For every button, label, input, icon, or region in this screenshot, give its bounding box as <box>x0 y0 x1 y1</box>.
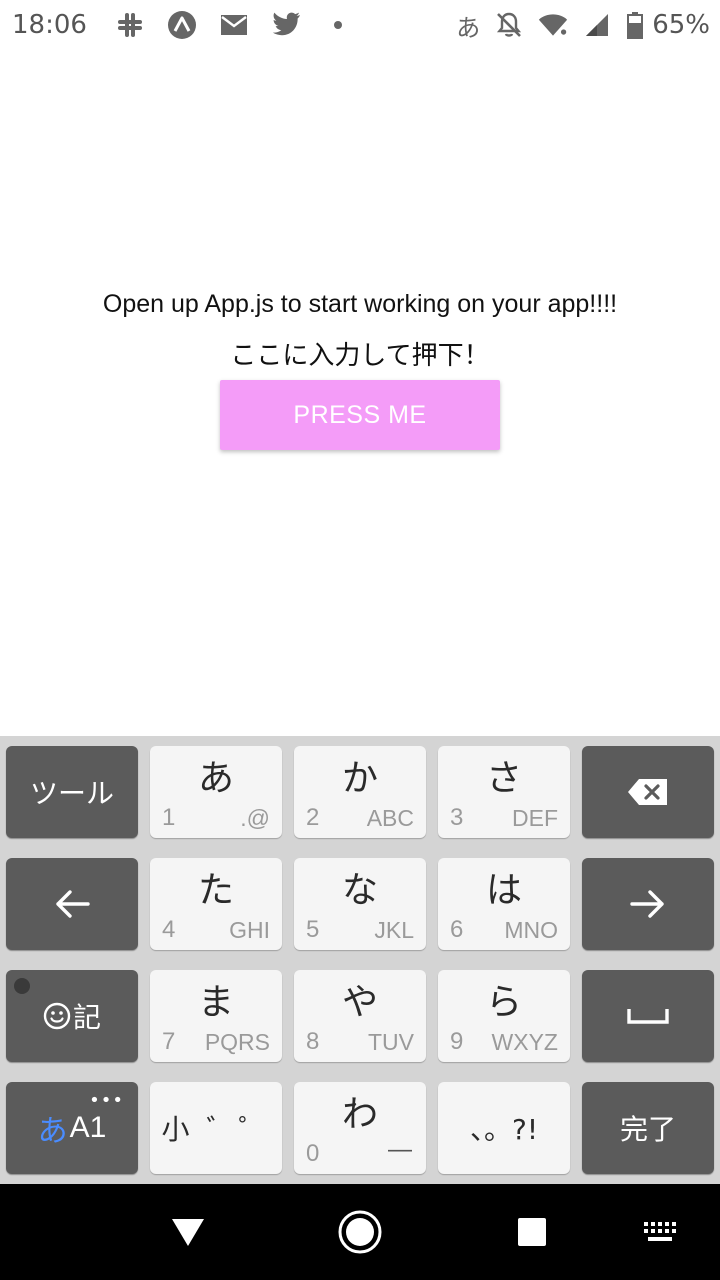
cursor-left-key[interactable] <box>6 858 138 950</box>
key-a[interactable]: あ 1 .@ <box>150 746 282 838</box>
home-circle-icon <box>338 1210 382 1254</box>
key-ta[interactable]: た 4 GHI <box>150 858 282 950</box>
battery-percent: 65% <box>652 10 710 40</box>
small-kana-label: 小 ゛゜ <box>161 1113 271 1146</box>
app-content: Open up App.js to start working on your … <box>0 50 720 736</box>
twitter-icon <box>271 10 301 40</box>
key-ra[interactable]: ら 9 WXYZ <box>438 970 570 1062</box>
expo-icon <box>167 10 197 40</box>
keyboard-switch-button[interactable] <box>620 1184 700 1280</box>
recents-square-icon <box>518 1218 546 1246</box>
key-number: 2 <box>306 804 320 831</box>
notification-dot-icon <box>323 10 353 40</box>
key-number: 0 <box>306 1140 320 1167</box>
emoji-symbol-label: 記 <box>6 970 138 1062</box>
key-ma[interactable]: ま 7 PQRS <box>150 970 282 1062</box>
tool-key[interactable]: ツール <box>6 746 138 838</box>
welcome-text: Open up App.js to start working on your … <box>102 290 618 318</box>
cell-signal-icon <box>582 10 612 40</box>
key-number: 7 <box>162 1028 176 1055</box>
done-label: 完了 <box>619 1113 676 1146</box>
input-mode-label: あ A1 <box>6 1082 138 1174</box>
key-ya[interactable]: や 8 TUV <box>294 970 426 1062</box>
key-kana: な <box>341 870 378 911</box>
key-letters: DEF <box>512 805 558 831</box>
key-wa[interactable]: わ 0 — <box>294 1082 426 1174</box>
mode-latin: A1 <box>69 1111 107 1144</box>
key-kana: は <box>485 870 522 911</box>
key-number: 6 <box>450 916 464 943</box>
arrow-left-icon <box>6 858 138 950</box>
press-me-button[interactable]: PRESS ME <box>220 380 500 450</box>
software-keyboard: ツール あ 1 .@ か 2 ABC さ 3 DEF た 4 GHI な 5 J… <box>0 736 720 1184</box>
key-letters: GHI <box>229 917 270 943</box>
done-key[interactable]: 完了 <box>582 1082 714 1174</box>
key-kana: か <box>341 758 378 799</box>
emoji-symbol-key[interactable]: 記 <box>6 970 138 1062</box>
key-number: 5 <box>306 916 320 943</box>
punctuation-key[interactable]: 、。?! <box>438 1082 570 1174</box>
backspace-key[interactable] <box>582 746 714 838</box>
back-button[interactable] <box>148 1184 228 1280</box>
status-right: あ 65% <box>456 0 710 50</box>
key-sa[interactable]: さ 3 DEF <box>438 746 570 838</box>
key-kana: あ <box>197 758 234 799</box>
key-number: 3 <box>450 804 464 831</box>
key-number: 4 <box>162 916 176 943</box>
key-number: 8 <box>306 1028 320 1055</box>
ime-indicator: あ <box>456 13 481 42</box>
status-left: 18:06 <box>12 0 353 50</box>
punctuation-label: 、。?! <box>469 1113 539 1146</box>
key-kana: や <box>341 982 378 1023</box>
key-ka[interactable]: か 2 ABC <box>294 746 426 838</box>
prompt-text: ここに入力して押下！ <box>230 341 490 371</box>
recents-button[interactable] <box>492 1184 572 1280</box>
emoji-key-label: 記 <box>72 1001 101 1034</box>
key-letters: TUV <box>368 1029 414 1055</box>
slack-icon <box>115 10 145 40</box>
backspace-icon <box>582 746 714 838</box>
bell-off-icon <box>494 10 524 40</box>
home-button[interactable] <box>320 1184 400 1280</box>
status-bar: 18:06 あ 65% <box>0 0 720 50</box>
mail-icon <box>219 10 249 40</box>
tool-key-label: ツール <box>29 777 114 810</box>
navigation-bar <box>0 1184 720 1280</box>
key-number: 9 <box>450 1028 464 1055</box>
keyboard-switch-icon <box>644 1222 676 1241</box>
key-extra: — <box>388 1136 412 1163</box>
key-kana: さ <box>485 758 522 799</box>
clock-time: 18:06 <box>12 10 87 40</box>
key-letters: .@ <box>240 805 270 831</box>
key-letters: PQRS <box>204 1029 270 1055</box>
battery-icon <box>626 10 644 40</box>
key-letters: MNO <box>504 917 558 943</box>
smiley-icon <box>43 1002 71 1030</box>
key-letters: WXYZ <box>491 1029 558 1055</box>
wifi-icon <box>538 10 568 40</box>
space-icon <box>582 970 714 1062</box>
back-triangle-icon <box>172 1219 204 1246</box>
cursor-right-key[interactable] <box>582 858 714 950</box>
key-kana: ま <box>197 982 234 1023</box>
arrow-right-icon <box>582 858 714 950</box>
key-kana: た <box>197 870 234 911</box>
key-kana: ら <box>485 982 522 1023</box>
input-mode-key[interactable]: ••• あ A1 <box>6 1082 138 1174</box>
key-kana: わ <box>341 1094 378 1135</box>
key-ha[interactable]: は 6 MNO <box>438 858 570 950</box>
small-kana-key[interactable]: 小 ゛゜ <box>150 1082 282 1174</box>
mode-kana: あ <box>37 1114 68 1149</box>
key-number: 1 <box>162 804 176 831</box>
key-letters: JKL <box>374 917 414 943</box>
space-key[interactable] <box>582 970 714 1062</box>
key-letters: ABC <box>366 805 414 831</box>
key-na[interactable]: な 5 JKL <box>294 858 426 950</box>
